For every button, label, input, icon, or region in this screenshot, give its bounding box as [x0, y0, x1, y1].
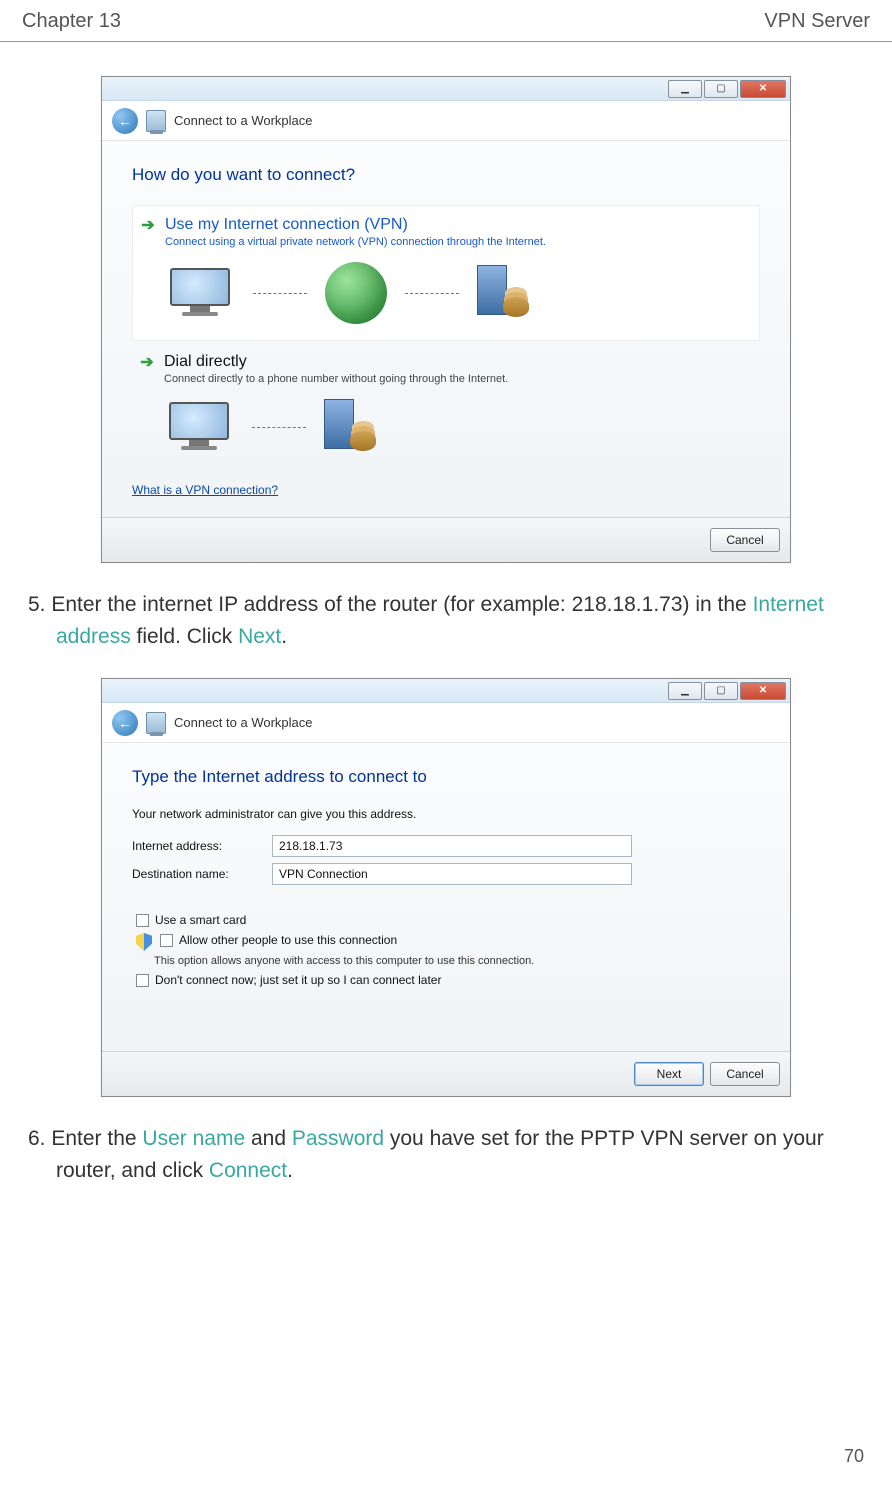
- close-button[interactable]: [740, 682, 786, 700]
- server-icon: [477, 265, 529, 321]
- connect-workplace-dialog-2: Connect to a Workplace Type the Internet…: [101, 678, 791, 1097]
- back-icon[interactable]: [112, 108, 138, 134]
- dialog-heading: Type the Internet address to connect to: [132, 767, 760, 787]
- chapter-label: Chapter 13: [22, 10, 121, 33]
- minimize-button[interactable]: [668, 80, 702, 98]
- smart-card-checkbox[interactable]: [136, 914, 149, 927]
- window-titlebar: [102, 77, 790, 101]
- connect-later-checkbox[interactable]: [136, 974, 149, 987]
- server-icon: [324, 399, 376, 455]
- dialog-title: Connect to a Workplace: [174, 715, 313, 730]
- window-titlebar: [102, 679, 790, 703]
- option-dial-title: Dial directly: [164, 353, 247, 371]
- back-icon[interactable]: [112, 710, 138, 736]
- next-button[interactable]: Next: [634, 1062, 704, 1086]
- close-button[interactable]: [740, 80, 786, 98]
- vpn-help-link[interactable]: What is a VPN connection?: [132, 483, 278, 497]
- option-dial[interactable]: Dial directly Connect directly to a phon…: [132, 347, 760, 467]
- workplace-icon: [146, 712, 166, 734]
- page-number: 70: [844, 1446, 864, 1467]
- allow-others-checkbox[interactable]: [160, 934, 173, 947]
- smart-card-label: Use a smart card: [155, 913, 246, 927]
- shield-icon: [136, 933, 152, 951]
- allow-others-label: Allow other people to use this connectio…: [179, 933, 397, 947]
- step-6-instruction: 6. Enter the User name and Password you …: [24, 1123, 868, 1186]
- dialog-hint: Your network administrator can give you …: [132, 807, 760, 821]
- connect-later-label: Don't connect now; just set it up so I c…: [155, 973, 441, 987]
- computer-icon: [165, 268, 235, 318]
- dial-illustration: [164, 399, 754, 455]
- workplace-icon: [146, 110, 166, 132]
- page-header: Chapter 13 VPN Server: [0, 0, 892, 42]
- internet-address-input[interactable]: 218.18.1.73: [272, 835, 632, 857]
- destination-name-label: Destination name:: [132, 867, 272, 881]
- option-dial-sub: Connect directly to a phone number witho…: [164, 373, 754, 385]
- minimize-button[interactable]: [668, 682, 702, 700]
- window-nav: Connect to a Workplace: [102, 703, 790, 743]
- cancel-button[interactable]: Cancel: [710, 528, 780, 552]
- maximize-button[interactable]: [704, 80, 738, 98]
- globe-icon: [325, 262, 387, 324]
- dialog-heading: How do you want to connect?: [132, 165, 760, 185]
- option-vpn-title: Use my Internet connection (VPN): [165, 216, 408, 234]
- dialog-title: Connect to a Workplace: [174, 113, 313, 128]
- arrow-icon: [138, 353, 156, 371]
- maximize-button[interactable]: [704, 682, 738, 700]
- allow-others-sub: This option allows anyone with access to…: [154, 955, 760, 967]
- step-5-instruction: 5. Enter the internet IP address of the …: [24, 589, 868, 652]
- connect-workplace-dialog-1: Connect to a Workplace How do you want t…: [101, 76, 791, 563]
- option-vpn-sub: Connect using a virtual private network …: [165, 236, 753, 248]
- vpn-illustration: [165, 262, 753, 324]
- window-nav: Connect to a Workplace: [102, 101, 790, 141]
- option-vpn[interactable]: Use my Internet connection (VPN) Connect…: [132, 205, 760, 341]
- arrow-icon: [139, 216, 157, 234]
- section-label: VPN Server: [764, 10, 870, 33]
- cancel-button[interactable]: Cancel: [710, 1062, 780, 1086]
- internet-address-label: Internet address:: [132, 839, 272, 853]
- destination-name-input[interactable]: VPN Connection: [272, 863, 632, 885]
- computer-icon: [164, 402, 234, 452]
